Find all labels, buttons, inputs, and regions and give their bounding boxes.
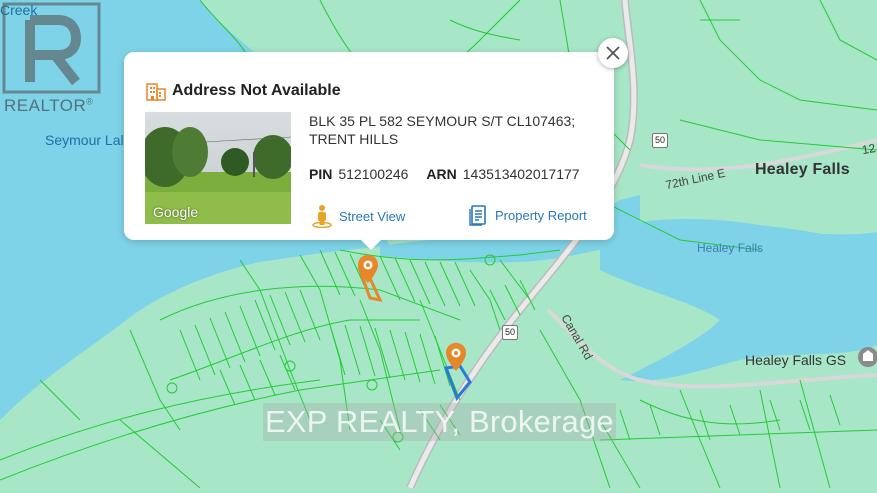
pin-value: 512100246 [338, 166, 409, 182]
street-view-person-icon [312, 205, 332, 228]
street-view-photo[interactable]: Google [145, 112, 291, 224]
property-info-popup: Address Not Available Google BLK 35 PL 5… [124, 52, 614, 250]
google-photo-credit: Google [153, 204, 199, 220]
street-view-label: Street View [339, 208, 406, 224]
property-report-label: Property Report [495, 207, 587, 223]
popup-title: Address Not Available [172, 82, 341, 99]
highway-50-shield-south: 50 [502, 325, 518, 340]
healey-falls-small-label: Healey Falls [697, 241, 764, 255]
realtor-r-icon [2, 2, 101, 94]
pin-label: PIN [309, 166, 333, 182]
other-location-pin-icon[interactable] [444, 342, 468, 372]
generating-station-icon[interactable] [857, 346, 877, 368]
edge-road-number-label: 12 [860, 140, 877, 158]
legal-description: BLK 35 PL 582 SEYMOUR S/T CL107463; TREN… [309, 113, 576, 147]
arn-value: 143513402017177 [462, 166, 580, 182]
building-icon [146, 83, 166, 101]
highway-50-shield-north: 50 [652, 133, 668, 148]
close-icon [606, 46, 620, 60]
healey-falls-gs-label: Healey Falls GS [745, 352, 847, 368]
document-report-icon [469, 205, 486, 226]
popup-title-row: Address Not Available [146, 81, 341, 101]
realtor-logo: REALTOR® [0, 0, 103, 120]
popup-close-button[interactable] [598, 38, 628, 68]
brokerage-watermark: EXP REALTY, Brokerage [263, 403, 616, 441]
seymour-lake-label: Seymour Lal [45, 132, 124, 148]
popup-pointer [360, 239, 382, 250]
healey-falls-town-label: Healey Falls [755, 161, 850, 178]
arn-group: ARN 143513402017177 [426, 166, 579, 182]
pin-group: PIN 512100246 [309, 166, 408, 182]
realtor-logo-text: REALTOR® [4, 96, 94, 115]
selected-location-pin-icon[interactable] [356, 254, 380, 284]
street-view-link[interactable]: Street View [311, 204, 405, 228]
arn-label: ARN [426, 166, 457, 182]
property-identifiers: PIN 512100246 ARN 143513402017177 [309, 166, 598, 182]
property-report-link[interactable]: Property Report [469, 204, 587, 226]
